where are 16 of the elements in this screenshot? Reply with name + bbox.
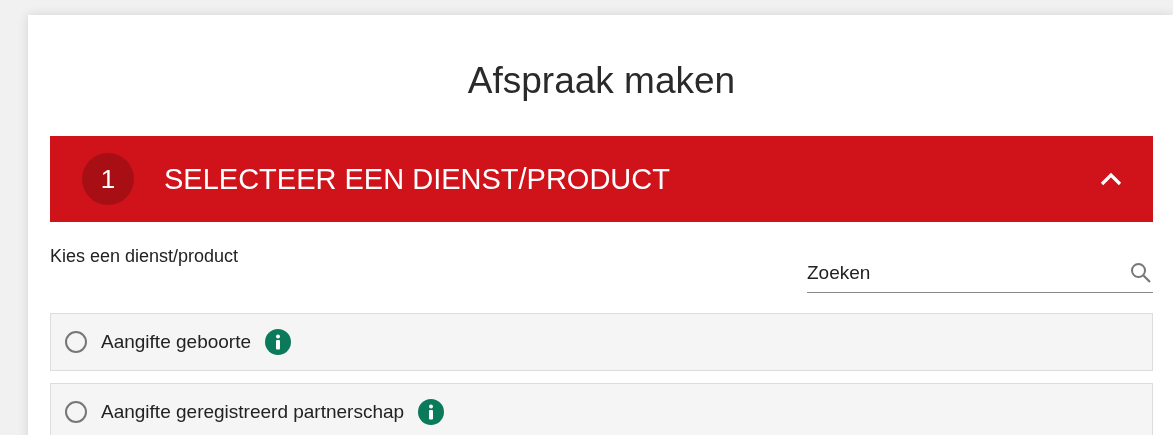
search-field[interactable]: Zoeken: [807, 262, 1129, 284]
search-icon[interactable]: [1129, 261, 1153, 285]
step-number: 1: [82, 153, 134, 205]
option-row[interactable]: Aangifte geregistreerd partnerschap: [50, 383, 1153, 435]
page-title: Afspraak maken: [466, 59, 737, 103]
option-label: Aangifte geboorte: [101, 331, 251, 353]
prompt-label: Kies een dienst/product: [50, 246, 239, 267]
radio-button[interactable]: [65, 331, 87, 353]
option-row[interactable]: Aangifte geboorte: [50, 313, 1153, 371]
option-label: Aangifte geregistreerd partnerschap: [101, 401, 405, 423]
step-title: SELECTEER EEN DIENST/PRODUCT: [164, 162, 671, 196]
info-icon[interactable]: [418, 399, 445, 425]
radio-button[interactable]: [65, 401, 87, 423]
step-header[interactable]: 1 SELECTEER EEN DIENST/PRODUCT: [50, 136, 1153, 222]
chevron-icon[interactable]: [1099, 171, 1123, 187]
info-icon[interactable]: [265, 329, 291, 355]
